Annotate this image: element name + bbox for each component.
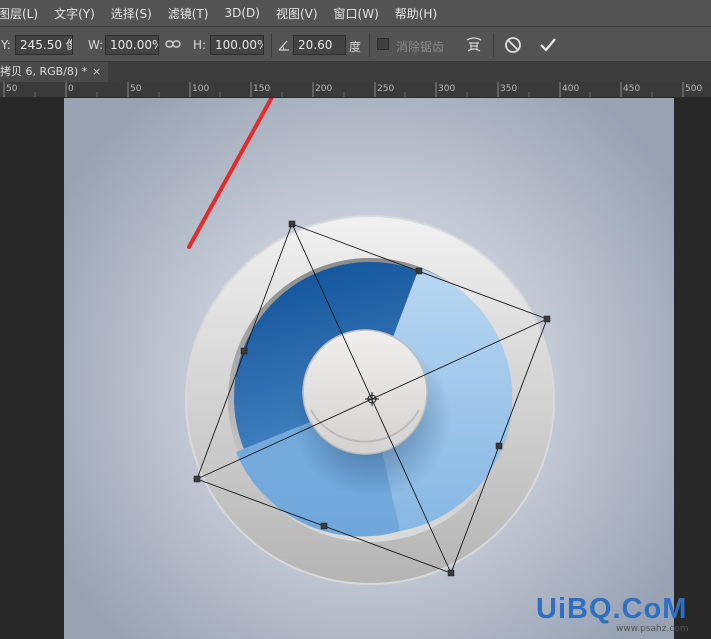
transform-handle-top-right: [543, 315, 551, 323]
menu-type[interactable]: 文字(Y): [45, 5, 104, 22]
watermark: UiBQ.CoM: [536, 593, 687, 626]
link-icon[interactable]: [165, 37, 181, 54]
cancel-transform-icon[interactable]: [504, 36, 522, 57]
ruler-label: 200: [315, 84, 333, 94]
ruler-label: 450: [623, 84, 641, 94]
ruler-label: 250: [377, 84, 395, 94]
document-canvas[interactable]: [0, 98, 711, 639]
ruler-label: 400: [562, 84, 580, 94]
menu-3d[interactable]: 3D(D): [215, 6, 268, 20]
divider: [369, 33, 370, 57]
transform-handle-top: [415, 267, 423, 275]
transform-handle-right: [495, 442, 503, 450]
menu-window[interactable]: 窗口(W): [325, 5, 388, 22]
antialias-checkbox[interactable]: [377, 38, 389, 50]
menu-help[interactable]: 帮助(H): [386, 5, 446, 22]
menu-select[interactable]: 选择(S): [102, 5, 161, 22]
horizontal-ruler: 50 0 50 100 150 200 250 300 350 400 450 …: [0, 82, 711, 98]
document-tab-title: 拷贝 6, RGB/8) *: [0, 65, 88, 78]
transform-handle-bottom: [320, 522, 328, 530]
antialias-label: 消除锯齿: [396, 40, 445, 54]
watermark-url: www.psahz.com: [616, 624, 689, 634]
ruler-label: 50: [130, 84, 142, 94]
menu-bar: 图层(L) 文字(Y) 选择(S) 滤镜(T) 3D(D) 视图(V) 窗口(W…: [0, 0, 711, 26]
menu-filter[interactable]: 滤镜(T): [159, 5, 218, 22]
document-tab[interactable]: 拷贝 6, RGB/8) * ×: [0, 62, 108, 82]
transform-handle-bottom-right: [447, 569, 455, 577]
watermark-subtext: www.psahz.com: [616, 624, 689, 634]
angle-unit: 度: [349, 40, 362, 54]
w-label: W:: [88, 38, 104, 52]
height-field[interactable]: 100.00%: [210, 35, 264, 55]
h-label: H:: [193, 38, 207, 52]
divider: [493, 33, 494, 57]
ruler-label: 0: [68, 84, 74, 94]
transform-handle-left: [240, 347, 248, 355]
ruler-label: 150: [253, 84, 271, 94]
ruler-label: 100: [192, 84, 210, 94]
ruler-label: 500: [685, 84, 703, 94]
ruler-label: 300: [438, 84, 456, 94]
divider: [271, 33, 272, 57]
menu-layer[interactable]: 图层(L): [0, 5, 47, 22]
ruler-label: 50: [6, 84, 18, 94]
close-icon[interactable]: ×: [92, 62, 101, 82]
y-label: Y:: [1, 38, 11, 52]
watermark-text: UiBQ.CoM: [536, 593, 688, 625]
ruler-label: 350: [500, 84, 518, 94]
options-bar: Y: 245.50 像素 W: 100.00% H: 100.00% 20.60…: [0, 26, 711, 62]
y-field[interactable]: 245.50 像素: [15, 35, 73, 55]
angle-icon: [277, 38, 291, 55]
angle-field[interactable]: 20.60: [293, 35, 346, 55]
warp-mode-icon[interactable]: [464, 35, 484, 58]
menu-view[interactable]: 视图(V): [267, 5, 327, 22]
transform-handle-top-left: [288, 220, 296, 228]
workspace: UiBQ.CoM www.psahz.com: [0, 98, 711, 639]
width-field[interactable]: 100.00%: [105, 35, 159, 55]
document-tab-bar: 拷贝 6, RGB/8) * ×: [0, 62, 711, 82]
transform-handle-bottom-left: [193, 475, 201, 483]
ruler-marks: [3, 82, 684, 97]
commit-transform-icon[interactable]: [539, 36, 557, 57]
